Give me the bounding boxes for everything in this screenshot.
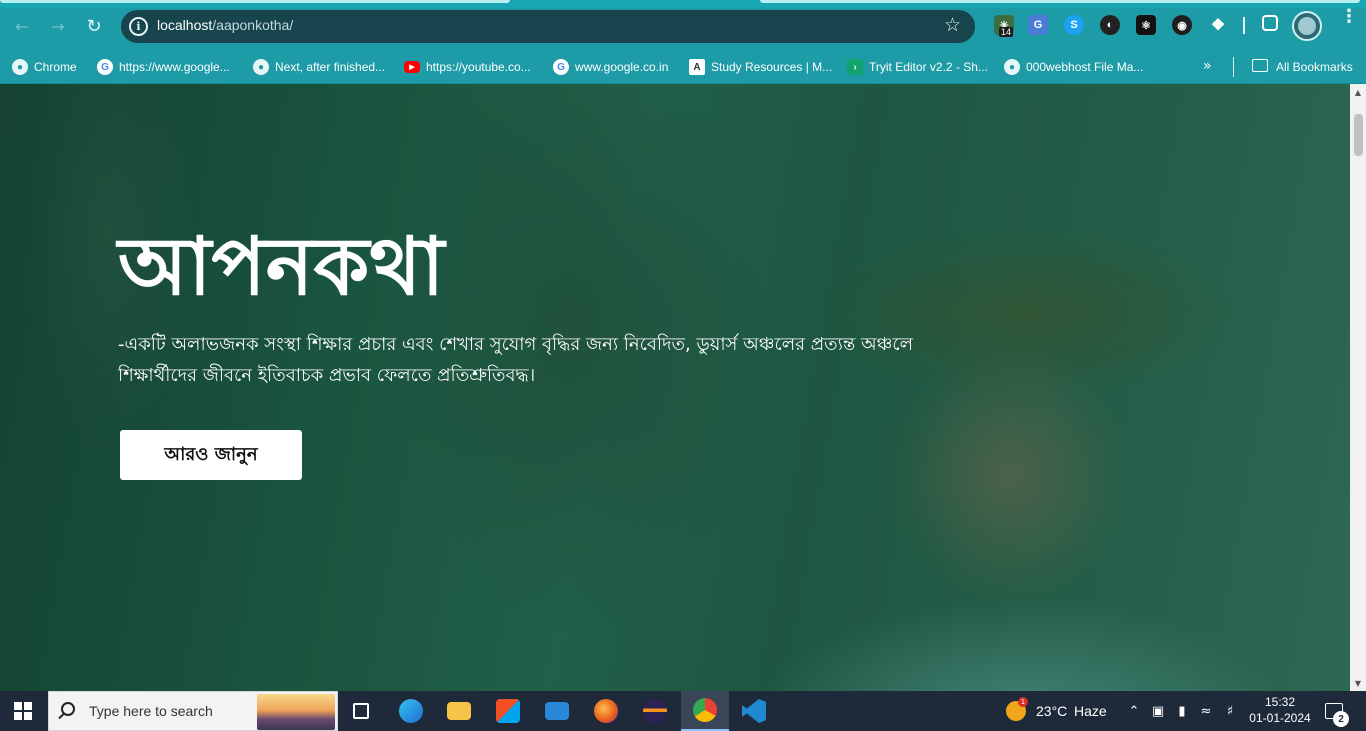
url-host: localhost (157, 17, 213, 33)
bookmark-study-resources[interactable]: A Study Resources | M... (689, 50, 832, 84)
globe-icon: ● (253, 59, 269, 75)
vscode-icon[interactable] (730, 691, 778, 731)
microsoft-store-icon[interactable] (484, 691, 532, 731)
learn-more-button[interactable]: আরও জানুন (120, 430, 302, 480)
volume-icon[interactable]: ♯ (1222, 703, 1238, 719)
taskbar-search-box[interactable]: Type here to search (48, 691, 338, 731)
task-view-icon[interactable] (337, 691, 385, 731)
bookmark-label: https://www.google... (119, 60, 230, 74)
bookmark-label: Chrome (34, 60, 77, 74)
wifi-icon[interactable]: ≈ (1198, 703, 1214, 719)
bookmark-label: Tryit Editor v2.2 - Sh... (869, 60, 988, 74)
search-icon (61, 702, 75, 716)
battery-icon[interactable]: ▮ (1174, 703, 1190, 719)
edge-icon[interactable] (387, 691, 435, 731)
search-highlight-image (257, 694, 335, 730)
search-placeholder: Type here to search (89, 703, 213, 719)
profile-avatar[interactable] (1292, 11, 1322, 41)
bookmark-chrome[interactable]: ● Chrome (12, 50, 77, 84)
colorzilla-extension-icon[interactable]: ◉ (1172, 15, 1192, 35)
globe-icon: ● (12, 59, 28, 75)
tryit-icon: › (847, 59, 863, 75)
bookmark-google[interactable]: Ghttps://www.google... (97, 50, 230, 84)
hero-title: আপনকথা (118, 219, 445, 313)
bookmark-label: 000webhost File Ma... (1026, 60, 1144, 74)
browser-toolbar: ← → ↻ i localhost/aaponkotha/ ☆ ☀ 14 G S… (0, 0, 1366, 50)
file-explorer-icon[interactable] (435, 691, 483, 731)
weather-desc[interactable]: Haze (1074, 691, 1107, 731)
hero-section: আপনকথা -একটি অলাভজনক সংস্থা শিক্ষার প্রচ… (0, 84, 1350, 691)
eclipse-icon[interactable] (631, 691, 679, 731)
extension-badge: 14 (999, 27, 1014, 37)
bookmarks-divider (1233, 57, 1234, 77)
chevron-more-icon[interactable]: » (1203, 58, 1212, 74)
forward-arrow-icon[interactable]: → (46, 14, 70, 38)
side-panel-icon[interactable] (1262, 15, 1278, 31)
url-text[interactable]: localhost/aaponkotha/ (157, 17, 293, 33)
toolbar-divider (1243, 17, 1245, 34)
menu-dots-icon[interactable]: ⋮ (1340, 8, 1358, 26)
scroll-thumb[interactable] (1354, 114, 1363, 156)
system-clock[interactable]: 15:32 01-01-2024 (1248, 694, 1312, 726)
url-path: /aaponkotha/ (212, 17, 294, 33)
chevron-up-icon[interactable]: ⌃ (1126, 703, 1142, 719)
study-resources-icon: A (689, 59, 705, 75)
tab-indicator (0, 0, 510, 3)
avatar-image (1298, 17, 1316, 35)
windows-taskbar: Type here to search 1 23°C Haze ⌃ ▣ ▮ ≈ … (0, 691, 1366, 731)
react-extension-icon[interactable]: ⚛ (1136, 15, 1156, 35)
speed-extension-icon[interactable]: ◐ (1100, 15, 1120, 35)
site-info-icon[interactable]: i (129, 17, 148, 36)
scroll-up-icon[interactable]: ▲ (1350, 84, 1366, 100)
bookmark-label: www.google.co.in (575, 60, 669, 74)
bookmark-label: Next, after finished... (275, 60, 386, 74)
scroll-down-icon[interactable]: ▼ (1350, 675, 1366, 691)
mail-icon[interactable] (533, 691, 581, 731)
bookmark-000webhost[interactable]: ● 000webhost File Ma... (1004, 50, 1143, 84)
translate-extension-icon[interactable]: G (1028, 15, 1048, 35)
all-bookmarks[interactable]: All Bookmarks (1276, 50, 1353, 84)
bookmark-tryit[interactable]: › Tryit Editor v2.2 - Sh... (847, 50, 988, 84)
globe-icon: ● (1004, 59, 1020, 75)
reload-icon[interactable]: ↻ (82, 14, 106, 38)
all-bookmarks-label: All Bookmarks (1276, 60, 1353, 74)
page-scrollbar[interactable]: ▲ ▼ (1350, 84, 1366, 691)
bookmark-label: Study Resources | M... (711, 60, 833, 74)
firefox-icon[interactable] (582, 691, 630, 731)
bookmark-next[interactable]: ● Next, after finished... (253, 50, 385, 84)
folder-icon[interactable] (1252, 59, 1268, 72)
clock-time: 15:32 (1264, 695, 1296, 709)
bookmark-star-icon[interactable]: ☆ (944, 14, 961, 36)
google-icon: G (553, 59, 569, 75)
clock-date: 01-01-2024 (1249, 711, 1311, 725)
google-icon: G (97, 59, 113, 75)
chrome-taskbar-icon[interactable] (681, 691, 729, 731)
address-bar[interactable]: i localhost/aaponkotha/ ☆ (121, 10, 975, 43)
hero-description: -একটি অলাভজনক সংস্থা শিক্ষার প্রচার এবং … (118, 334, 913, 386)
skype-extension-icon[interactable]: S (1064, 15, 1084, 35)
youtube-icon: ▶ (404, 61, 420, 73)
bookmark-youtube[interactable]: ▶ https://youtube.co... (404, 50, 531, 84)
windows-start-icon[interactable] (14, 702, 32, 720)
weather-temp[interactable]: 23°C (1036, 691, 1067, 731)
extensions-puzzle-icon[interactable]: ❖ (1208, 15, 1228, 35)
bookmark-google-co-in[interactable]: Gwww.google.co.in (553, 50, 668, 84)
bookmark-label: https://youtube.co... (426, 60, 531, 74)
tab-indicator (760, 0, 1360, 3)
notification-count: 2 (1333, 711, 1349, 727)
back-arrow-icon[interactable]: ← (10, 14, 34, 38)
weather-alert-badge: 1 (1018, 697, 1028, 707)
network-status-icon[interactable]: ▣ (1150, 703, 1166, 719)
bookmarks-bar: ● Chrome Ghttps://www.google... ● Next, af… (0, 50, 1366, 84)
